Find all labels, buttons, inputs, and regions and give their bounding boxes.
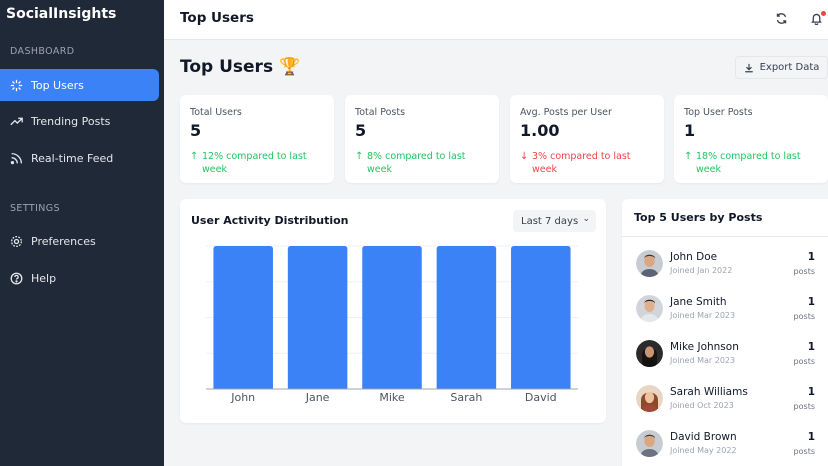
user-joined: Joined May 2022 [670,446,737,455]
stat-label: Total Users [190,107,242,118]
user-row[interactable]: Sarah Williams Joined Oct 2023 1 posts [622,376,828,421]
user-post-unit: posts [793,267,815,276]
export-data-label: Export Data [759,62,820,73]
user-post-count: 1 [807,341,815,353]
user-post-count: 1 [807,431,815,443]
user-name: Jane Smith [670,296,727,308]
stat-value: 1 [684,121,696,140]
sidebar-item-label: Preferences [31,234,96,248]
chart-x-tick-label: Sarah [450,391,482,404]
user-row[interactable]: John Doe Joined Jan 2022 1 posts [622,241,828,286]
stat-card-avg-posts: Avg. Posts per User 1.00 ↓ 3% compared to… [510,95,664,183]
user-post-count: 1 [807,386,815,398]
chart-x-tick-label: John [230,391,255,404]
user-joined: Joined Mar 2023 [670,311,736,320]
sidebar-item-label: Help [31,271,57,285]
user-name: Sarah Williams [670,386,748,398]
stat-card-total-users: Total Users 5 ↑ 12% compared to last week [180,95,334,183]
user-joined: Joined Jan 2022 [670,266,733,275]
user-row[interactable]: Mike Johnson Joined Mar 2023 1 posts [622,331,828,376]
page-title: Top Users 🏆 [180,57,301,77]
stat-value: 5 [355,121,367,140]
stat-change: 12% compared to last week [202,151,307,175]
stat-value: 1.00 [520,121,560,140]
stat-value: 5 [190,121,202,140]
section-label-dashboard: DASHBOARD [10,46,75,57]
stat-change: 3% compared to last week [532,151,631,175]
section-label-settings: SETTINGS [10,203,60,214]
brand-logo: SocialInsights [6,6,117,22]
notification-dot [821,11,826,16]
sidebar-item-label: Real-time Feed [31,151,114,165]
stat-change: 8% compared to last week [367,151,466,175]
header-title: Top Users [180,10,254,26]
avatar [636,385,663,412]
chart-bar[interactable] [436,246,497,389]
chart-x-tick-label: Mike [379,391,405,404]
user-post-unit: posts [793,357,815,366]
download-icon [744,63,753,72]
user-name: John Doe [670,251,718,263]
help-circle-icon [10,272,23,285]
chart-bar[interactable] [362,246,422,389]
avatar [636,430,663,457]
sidebar-item-preferences[interactable]: Preferences [0,225,159,257]
bell-icon[interactable] [808,10,826,26]
top-users-card: Top 5 Users by Posts John Doe Joined Jan… [622,199,828,466]
stat-card-total-posts: Total Posts 5 ↑ 8% compared to last week [345,95,499,183]
sidebar-item-label: Trending Posts [31,114,111,128]
chart-x-tick-label: David [525,391,557,404]
stat-card-top-user-posts: Top User Posts 1 ↑ 18% compared to last w… [674,95,828,183]
sidebar-item-label: Top Users [31,78,84,92]
chart-bar[interactable] [287,246,348,389]
arrow-up-icon: ↑ [190,151,199,162]
stat-label: Avg. Posts per User [520,107,612,118]
user-joined: Joined Mar 2023 [670,356,736,365]
user-post-unit: posts [793,312,815,321]
export-data-button[interactable]: Export Data [735,56,828,79]
sidebar-item-top-users[interactable]: Top Users [0,69,159,101]
avatar [636,250,663,277]
sidebar-item-realtime-feed[interactable]: Real-time Feed [0,142,159,174]
stat-label: Top User Posts [684,107,753,118]
user-joined: Joined Oct 2023 [670,401,734,410]
user-post-count: 1 [807,296,815,308]
user-post-count: 1 [807,251,815,263]
arrow-up-icon: ↑ [355,151,364,162]
user-row[interactable]: Jane Smith Joined Mar 2023 1 posts [622,286,828,331]
stat-label: Total Posts [355,107,406,118]
user-name: David Brown [670,431,737,443]
chart-card: User Activity Distribution Last 7 days ⌄… [180,199,606,423]
divider [622,236,828,237]
user-post-unit: posts [793,402,815,411]
chart-x-tick-label: Jane [305,391,330,404]
avatar [636,295,663,322]
user-post-unit: posts [793,447,815,456]
sidebar: SocialInsights DASHBOARD Top Users Trend… [0,0,164,466]
user-name: Mike Johnson [670,341,739,353]
refresh-icon[interactable] [773,10,789,26]
avatar [636,340,663,367]
trending-up-icon [10,115,23,128]
stat-change: 18% compared to last week [696,151,801,175]
rss-icon [10,152,23,165]
bar-chart: John Jane Mike Sarah David [206,245,578,404]
arrow-up-icon: ↑ [684,151,693,162]
chart-bar[interactable] [511,246,571,389]
user-row[interactable]: David Brown Joined May 2022 1 posts [622,421,828,466]
chart-bar[interactable] [213,246,273,389]
sparkle-icon [10,79,23,92]
sidebar-item-help[interactable]: Help [0,262,159,294]
top-users-title: Top 5 Users by Posts [634,211,763,224]
arrow-down-icon: ↓ [520,151,529,162]
top-header: Top Users [164,0,828,40]
gear-icon [10,235,23,248]
sidebar-item-trending-posts[interactable]: Trending Posts [0,105,159,137]
